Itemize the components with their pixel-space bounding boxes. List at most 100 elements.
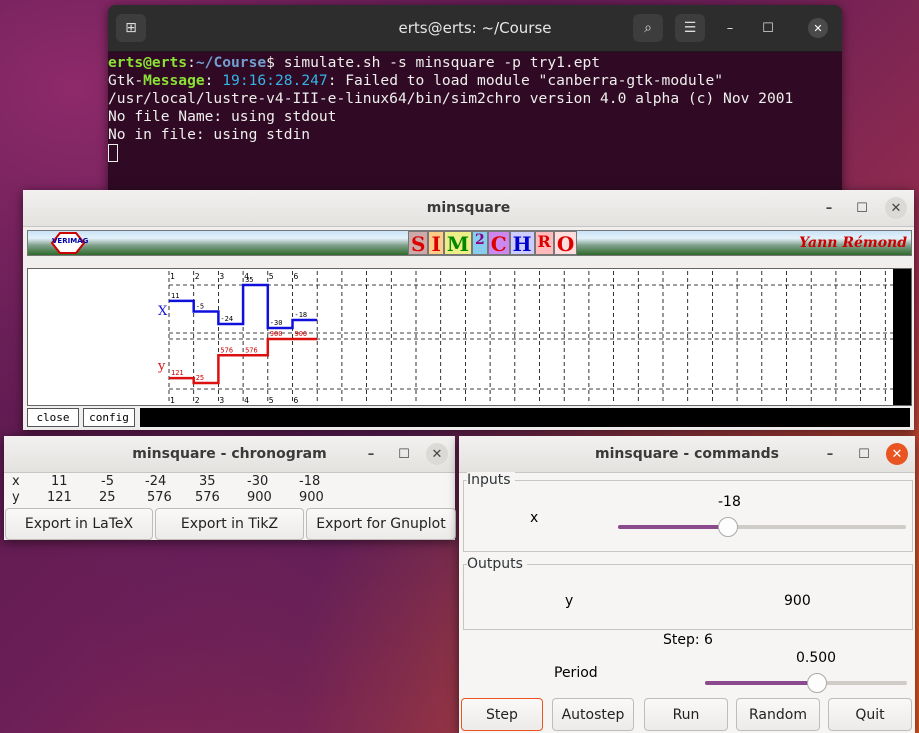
minimize-icon[interactable]: – [819,443,841,465]
tick-label: 2 [195,272,200,281]
y-data-label: 25 [196,374,204,382]
sim-titlebar[interactable]: minsquare – ☐ ✕ [23,190,914,227]
cell: 576 [195,490,220,505]
cell: 35 [199,474,216,489]
x-value-row: x 11 -5 -24 35 -30 -18 [4,474,455,490]
quit-button[interactable]: Quit [828,698,912,731]
export-gnuplot-button[interactable]: Export for Gnuplot [306,508,456,540]
logo-letter: H [509,231,535,256]
terminal-title: erts@erts: ~/Course [398,19,552,37]
tick-label: 3 [219,396,224,405]
inputs-frame: Inputs x -18 [463,472,913,552]
author-signature: Yann Rémond [799,235,907,251]
chronogram-plot[interactable]: 1 1 2 2 3 3 4 4 5 5 6 6 Xy 11 -5 -24 35 -30 -18 121 25 576 576… [27,268,912,406]
close-icon[interactable]: ✕ [808,18,828,38]
close-icon[interactable]: ✕ [885,197,907,219]
cell: 121 [47,490,72,505]
y-value-row: y 121 25 576 576 900 900 [4,490,455,506]
config-button[interactable]: config [83,408,135,427]
maximize-icon[interactable]: ☐ [851,197,873,219]
plot-scroll-region[interactable] [893,269,911,405]
sim2chro-window: minsquare – ☐ ✕ VERIMAG S I M 2 C H R O … [23,190,914,430]
chrono-titlebar[interactable]: minsquare - chronogram – ☐ ✕ [4,436,455,473]
hamburger-menu-icon[interactable]: ☰ [675,14,705,42]
row-label: x [12,474,20,489]
cmd-titlebar[interactable]: minsquare - commands – ☐ ✕ [459,436,915,473]
y-signal-label: y [157,359,166,374]
prompt-command: $ simulate.sh -s minsquare -p try1.ept [266,54,601,71]
run-button[interactable]: Run [644,698,728,731]
x-data-label: -5 [196,302,204,310]
close-icon[interactable]: ✕ [426,443,448,465]
y-output-name: y [565,593,574,609]
period-slider[interactable] [705,673,907,693]
x-data-label: -18 [295,311,308,319]
sim2chro-banner: VERIMAG S I M 2 C H R O Yann Rémond [27,230,912,256]
x-signal-trace [169,283,318,330]
tick-label: 2 [195,396,200,405]
logo-letter: O [553,231,578,256]
random-button[interactable]: Random [736,698,820,731]
x-slider-fill [618,525,728,529]
message-label: Message [143,72,205,89]
x-input-name: x [530,510,539,526]
y-data-label: 900 [270,330,283,338]
step-counter: Step: 6 [663,632,713,648]
tick-label: 6 [294,272,299,281]
search-icon[interactable]: ⌕ [633,14,663,42]
verimag-text: VERIMAG [52,237,89,245]
maximize-icon[interactable]: ☐ [757,17,779,39]
tick-label: 1 [170,272,175,281]
verimag-logo: VERIMAG [50,232,89,254]
terminal-output[interactable]: erts@erts:~/Course$ simulate.sh -s minsq… [108,54,793,162]
prompt-sep: : [187,54,196,71]
x-slider-handle[interactable] [718,517,739,537]
minimize-icon[interactable]: – [818,197,840,219]
tick-label: 1 [170,396,175,405]
logo-letter: R [534,231,554,255]
y-data-label: 576 [220,346,233,354]
tick-label: 3 [219,272,224,281]
signal-plot: 112233445566Xy11-5-2435-30-1812125576 576… [157,271,893,405]
logo-letter: I [428,231,444,256]
export-latex-button[interactable]: Export in LaTeX [5,508,153,540]
tick-label: 5 [269,396,274,405]
y-data-label: 900 [295,330,308,338]
cell: -24 [145,474,167,489]
sim-title: minsquare [426,200,511,216]
period-slider-handle[interactable] [807,673,828,693]
x-input-value: -18 [718,494,741,510]
period-slider-fill [705,681,817,685]
minimize-icon[interactable]: – [360,443,382,465]
file-name-line: No file Name: using stdout [108,108,337,125]
logo-letter: C [487,231,510,256]
msg-timestamp: 19:16:28.247 [222,72,328,89]
tick-label: 5 [269,272,274,281]
minimize-icon[interactable]: – [719,17,741,39]
terminal-window: erts@erts: ~/Course ⊞ ⌕ ☰ – ☐ ✕ erts@ert… [108,5,842,195]
terminal-titlebar[interactable]: erts@erts: ~/Course ⊞ ⌕ ☰ – ☐ ✕ [108,5,842,52]
x-data-label: -30 [270,319,283,327]
logo-letter: M [443,231,472,256]
autostep-button[interactable]: Autostep [552,698,634,731]
prompt-path: ~/Course [195,54,267,71]
maximize-icon[interactable]: ☐ [853,443,875,465]
x-data-label: 11 [171,292,179,300]
export-tikz-button[interactable]: Export in TikZ [155,508,304,540]
close-button[interactable]: close [27,408,79,427]
close-icon[interactable]: ✕ [886,443,908,465]
x-slider[interactable] [618,517,906,537]
outputs-label: Outputs [467,556,527,572]
x-data-label: -24 [220,315,233,323]
new-tab-icon[interactable]: ⊞ [116,14,146,42]
commands-window: minsquare - commands – ☐ ✕ Inputs x -18 … [459,436,915,733]
tick-label: 6 [294,396,299,405]
inputs-label: Inputs [467,472,515,488]
step-button[interactable]: Step [461,698,543,731]
cell: -30 [247,474,269,489]
cell: -5 [101,474,114,489]
prompt-user: erts@erts [108,54,188,71]
message-bar [140,408,910,427]
period-value: 0.500 [796,650,837,666]
maximize-icon[interactable]: ☐ [393,443,415,465]
